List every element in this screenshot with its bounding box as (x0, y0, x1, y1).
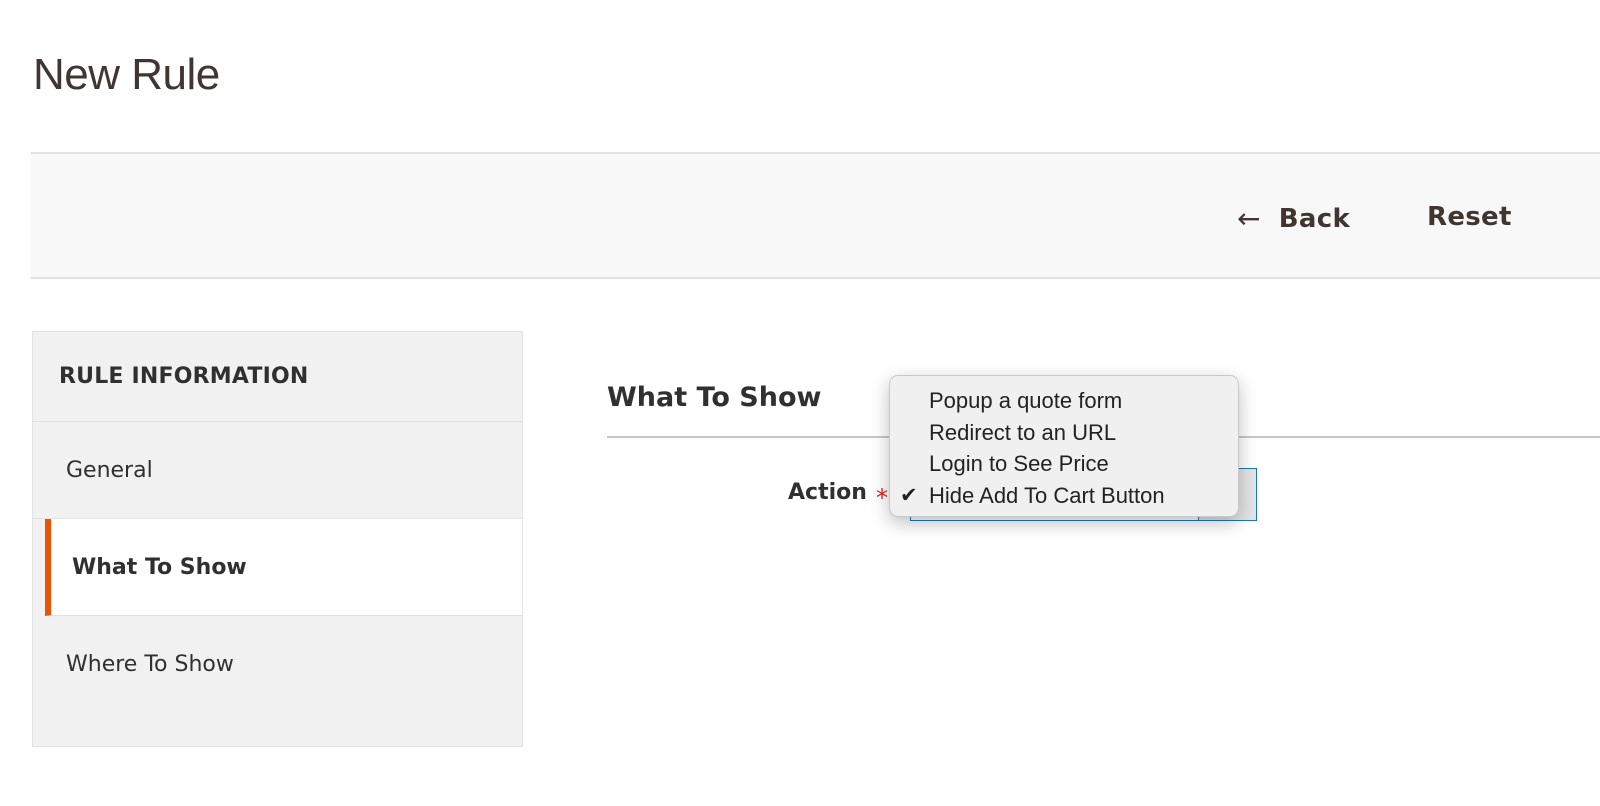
action-options-dropdown: Popup a quote form Redirect to an URL Lo… (889, 375, 1239, 517)
sidebar-item-label: General (66, 457, 153, 483)
rule-information-sidebar: RULE INFORMATION General What To Show Wh… (32, 331, 523, 747)
arrow-left-icon: ← (1237, 202, 1261, 235)
option-label: Login to See Price (929, 451, 1109, 476)
page-actions-toolbar: ← Back Reset (31, 152, 1600, 279)
required-marker: * (876, 484, 888, 512)
back-button[interactable]: ← Back (1237, 202, 1350, 235)
checkmark-icon: ✔ (900, 483, 918, 507)
section-title: What To Show (607, 382, 822, 413)
option-popup-quote-form[interactable]: Popup a quote form (890, 385, 1238, 417)
option-hide-add-to-cart[interactable]: ✔ Hide Add To Cart Button (890, 480, 1238, 512)
reset-button[interactable]: Reset (1427, 202, 1512, 232)
option-label: Redirect to an URL (929, 419, 1117, 445)
sidebar-item-what-to-show[interactable]: What To Show (45, 519, 522, 616)
sidebar-item-label: Where To Show (66, 652, 234, 677)
back-button-label: Back (1278, 203, 1351, 234)
option-label: Hide Add To Cart Button (929, 482, 1165, 508)
sidebar-title: RULE INFORMATION (33, 332, 522, 422)
page-title: New Rule (33, 50, 220, 99)
option-login-to-see-price[interactable]: Login to See Price (890, 448, 1238, 480)
sidebar-item-label: What To Show (72, 554, 247, 580)
option-label: Popup a quote form (929, 388, 1123, 413)
sidebar-item-where-to-show[interactable]: Where To Show (33, 616, 522, 713)
action-field-label: Action (788, 480, 867, 505)
option-redirect-to-url[interactable]: Redirect to an URL (890, 417, 1238, 449)
sidebar-item-general[interactable]: General (33, 422, 522, 519)
